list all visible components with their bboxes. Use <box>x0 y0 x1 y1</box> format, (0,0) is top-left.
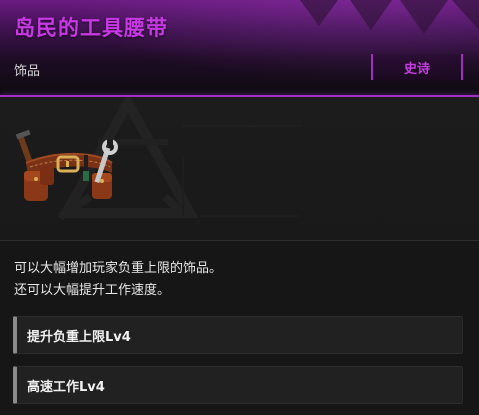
stat-label: 提升负重上限Lv4 <box>27 329 131 345</box>
item-name: 岛民的工具腰带 <box>14 16 168 40</box>
item-image <box>15 97 302 221</box>
stat-label: 高速工作Lv4 <box>27 379 105 395</box>
item-category: 饰品 <box>14 64 41 79</box>
item-description: 可以大幅增加玩家负重上限的饰品。 还可以大幅提升工作速度。 <box>14 258 222 302</box>
item-detail-card: 岛民的工具腰带 饰品 史诗 可以大幅增加玩家负重上限的饰品。 还可以大幅提升工作… <box>0 0 479 415</box>
description-line: 还可以大幅提升工作速度。 <box>14 283 171 298</box>
stat-row-weight-capacity: 提升负重上限Lv4 <box>13 316 463 354</box>
item-header: 岛民的工具腰带 饰品 史诗 <box>0 0 479 96</box>
stat-row-work-speed: 高速工作Lv4 <box>13 366 463 404</box>
item-image-area <box>0 97 479 240</box>
description-line: 可以大幅增加玩家负重上限的饰品。 <box>14 261 223 276</box>
rarity-badge: 史诗 <box>371 54 463 80</box>
image-divider <box>0 240 479 241</box>
